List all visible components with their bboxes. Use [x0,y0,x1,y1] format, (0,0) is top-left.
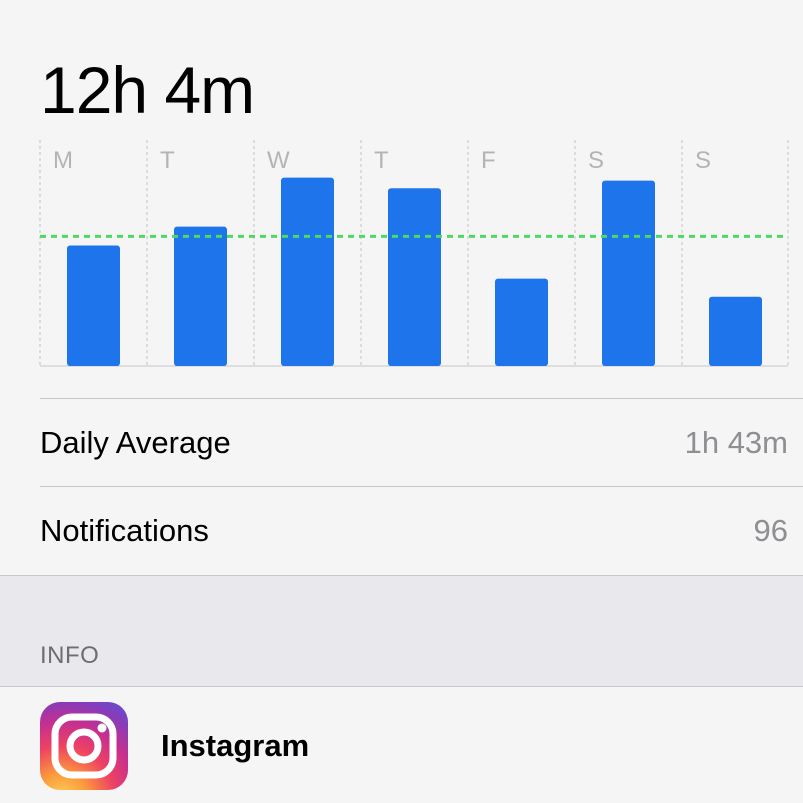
usage-bar[interactable] [602,180,655,366]
day-label: S [588,147,604,174]
day-label: S [695,147,711,174]
total-screen-time: 12h 4m [40,53,255,127]
daily-average-value: 1h 43m [684,425,788,460]
divider [40,486,803,487]
usage-bar[interactable] [67,245,120,366]
instagram-icon [40,702,128,790]
day-label: F [481,147,496,174]
usage-bar[interactable] [174,226,227,366]
weekly-usage-chart: MTWTFSS [39,140,789,367]
divider [40,398,803,399]
notifications-label: Notifications [40,513,209,548]
info-section-title: INFO [40,642,100,669]
usage-bar[interactable] [495,278,548,366]
usage-bar[interactable] [388,188,441,366]
app-row-instagram[interactable]: Instagram [0,688,803,803]
day-label: W [267,147,290,174]
usage-bar[interactable] [281,177,334,366]
app-name: Instagram [161,728,310,763]
day-label: T [374,147,389,174]
notifications-value: 96 [753,513,788,548]
day-label: M [53,147,73,174]
instagram-glyph [51,713,117,779]
daily-average-row: Daily Average 1h 43m [40,400,788,486]
daily-average-label: Daily Average [40,425,231,460]
info-section-header: INFO [0,575,803,687]
weekly-usage-chart-svg: MTWTFSS [39,140,789,367]
notifications-row: Notifications 96 [40,488,788,574]
usage-bar[interactable] [709,296,762,366]
day-label: T [160,147,175,174]
